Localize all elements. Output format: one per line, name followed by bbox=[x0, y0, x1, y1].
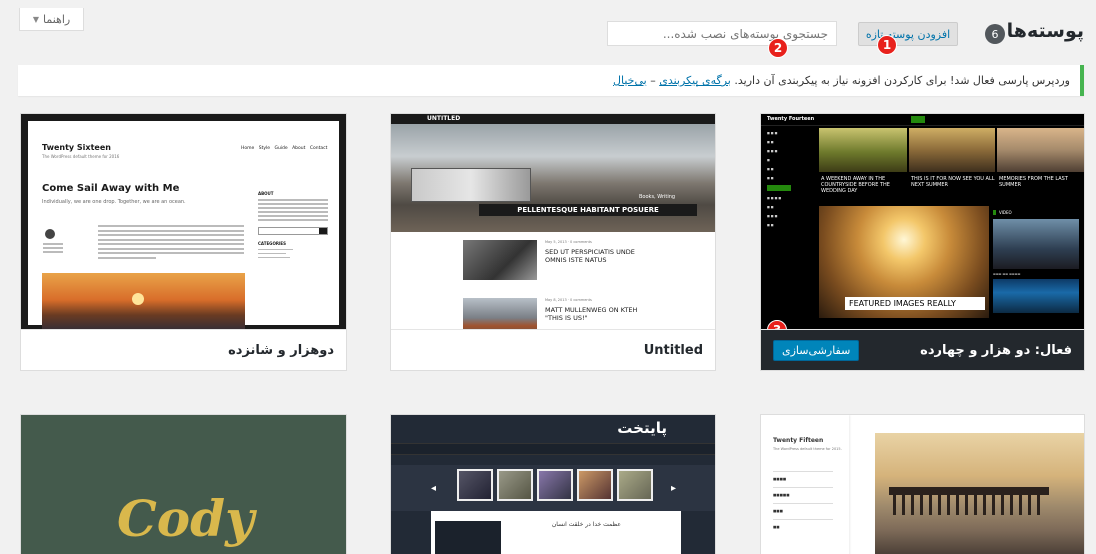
preview-sidebar: ABOUT CATEGORIES bbox=[258, 191, 328, 261]
preview-banner: PELLENTESQUE HABITANT POSUERE bbox=[479, 204, 697, 216]
preview-headline: Come Sail Away with Me bbox=[42, 183, 180, 194]
annotation-marker-2: 2 bbox=[768, 38, 788, 58]
preview-tagline: The WordPress default theme for 2016 bbox=[42, 154, 120, 159]
preview-brand: Twenty Fourteen bbox=[767, 116, 815, 122]
theme-screenshot[interactable]: Cody bbox=[21, 415, 346, 554]
preview-left-nav: ■ ■ ■ ■ ■ ■ ■ ■ ■ ■ ■ ■ ■ ■ ■ ■ ■ ■ ■ ■ ■ ■ ■ ■ bbox=[761, 126, 819, 332]
preview-tile-2 bbox=[909, 128, 995, 172]
help-tab-button[interactable]: راهنما ▼ bbox=[19, 8, 84, 31]
preview-nav bbox=[391, 443, 715, 455]
preview-hero-image: FEATURED IMAGES REALLY bbox=[819, 206, 989, 318]
notice-dismiss-link[interactable]: بی‌خیال bbox=[613, 74, 647, 87]
preview-site-title: UNTITLED bbox=[427, 115, 461, 122]
preview-video-widget: VIDEO ▬▬▬ ▬▬ ▬▬▬▬ bbox=[993, 210, 1081, 330]
theme-card-twentyfifteen[interactable]: Twenty Fifteen The WordPress default the… bbox=[760, 414, 1085, 554]
preview-post-title: عظمت خدا در خلقت انسان bbox=[551, 521, 621, 528]
preview-post-title: SED UT PERSPICIATIS UNDE OMNIS ISTE NATU… bbox=[545, 248, 635, 264]
preview-caption-1: A WEEKEND AWAY IN THE COUNTRYSIDE BEFORE… bbox=[821, 176, 890, 194]
preview-tile-3 bbox=[997, 128, 1084, 172]
theme-screenshot[interactable]: Twenty Fifteen The WordPress default the… bbox=[761, 415, 1084, 554]
preview-subhead: Individually, we are one drop. Together,… bbox=[42, 199, 186, 205]
preview-categories-heading: CATEGORIES bbox=[258, 240, 287, 246]
preview-dark-box bbox=[435, 521, 501, 554]
preview-tile-1 bbox=[819, 128, 907, 172]
preview-post-title: MATT MULLENWEG ON KTEH "THIS IS US!" bbox=[545, 306, 638, 322]
preview-post-meta: May 8, 2013 · 0 comments bbox=[545, 298, 592, 302]
theme-card-twentysixteen[interactable]: Twenty Sixteen The WordPress default the… bbox=[20, 113, 347, 371]
theme-name: دوهزار و شانزده bbox=[21, 329, 346, 370]
theme-card-paytakht[interactable]: پایتخت ◂ ▸ عظمت خدا در خلقت انسان bbox=[390, 414, 716, 554]
preview-logo: Cody bbox=[117, 489, 255, 548]
preview-tagline: The WordPress default theme for 2015. bbox=[773, 447, 842, 451]
preview-menu: Home Style Guide About Contact bbox=[241, 146, 328, 151]
theme-card-twentyfourteen-active[interactable]: Twenty Fourteen ■ ■ ■ ■ ■ ■ ■ ■ ■ ■ ■ ■ ■ ■ ■… bbox=[760, 113, 1085, 371]
preview-meta-lines bbox=[43, 243, 63, 255]
preview-thumbnails bbox=[457, 469, 653, 501]
theme-name: فعال: دو هزار و چهارده bbox=[920, 342, 1072, 358]
admin-notice: وردپرس پارسی فعال شد! برای کارکردن افزون… bbox=[18, 65, 1084, 96]
preview-brand: Twenty Fifteen bbox=[773, 437, 824, 444]
preview-hero-label: FEATURED IMAGES REALLY bbox=[845, 297, 985, 310]
customize-button[interactable]: سفارشی‌سازی bbox=[773, 339, 860, 361]
theme-card-cody[interactable]: Cody bbox=[20, 414, 347, 554]
page-title: پوسته‌ها bbox=[1006, 20, 1084, 42]
preview-search-box bbox=[258, 226, 328, 235]
preview-brand: Twenty Sixteen bbox=[42, 143, 111, 152]
theme-screenshot[interactable]: Twenty Fourteen ■ ■ ■ ■ ■ ■ ■ ■ ■ ■ ■ ■ ■ ■ ■… bbox=[761, 114, 1084, 332]
add-new-theme-button[interactable]: افزودن پوسته تازه bbox=[858, 22, 958, 46]
theme-card-untitled[interactable]: UNTITLED Books, Writing PELLENTESQUE HAB… bbox=[390, 113, 716, 371]
preview-sidebar: Twenty Fifteen The WordPress default the… bbox=[761, 415, 849, 554]
search-installed-themes-input[interactable] bbox=[607, 21, 837, 46]
annotation-marker-1: 1 bbox=[877, 35, 897, 55]
preview-pier-photo bbox=[875, 433, 1084, 554]
notice-config-link[interactable]: برگه‌ی پیکربندی bbox=[659, 74, 731, 87]
preview-logo: پایتخت bbox=[617, 419, 667, 437]
theme-name: Untitled bbox=[391, 329, 715, 370]
preview-sunset-image bbox=[42, 273, 245, 332]
preview-paragraph bbox=[98, 225, 244, 261]
theme-count-badge: 6 bbox=[985, 24, 1005, 44]
caret-down-icon: ▼ bbox=[32, 14, 39, 24]
preview-video-heading: VIDEO bbox=[993, 210, 1081, 215]
preview-caption-3: MEMORIES FROM THE LAST SUMMER bbox=[999, 176, 1068, 188]
preview-avatar bbox=[45, 229, 55, 239]
preview-category: Books, Writing bbox=[639, 194, 676, 200]
preview-caption-2: THIS IS IT FOR NOW SEE YOU ALL NEXT SUMM… bbox=[911, 176, 995, 188]
preview-topbar: UNTITLED bbox=[391, 114, 715, 124]
preview-header: Twenty Fourteen bbox=[761, 114, 1084, 126]
preview-about-heading: ABOUT bbox=[258, 191, 274, 196]
notice-text: وردپرس پارسی فعال شد! برای کارکردن افزون… bbox=[734, 74, 1070, 87]
theme-screenshot[interactable]: Twenty Sixteen The WordPress default the… bbox=[21, 114, 346, 332]
theme-screenshot[interactable]: پایتخت ◂ ▸ عظمت خدا در خلقت انسان bbox=[391, 415, 715, 554]
help-tab-label: راهنما bbox=[42, 12, 71, 26]
theme-name-bar: فعال: دو هزار و چهارده سفارشی‌سازی bbox=[761, 329, 1084, 370]
preview-post-meta: May 5, 2013 · 0 comments bbox=[545, 240, 592, 244]
notice-separator: – bbox=[650, 74, 656, 87]
chevron-left-icon: ◂ bbox=[431, 483, 437, 494]
theme-screenshot[interactable]: UNTITLED Books, Writing PELLENTESQUE HAB… bbox=[391, 114, 715, 332]
chevron-right-icon: ▸ bbox=[671, 483, 677, 494]
